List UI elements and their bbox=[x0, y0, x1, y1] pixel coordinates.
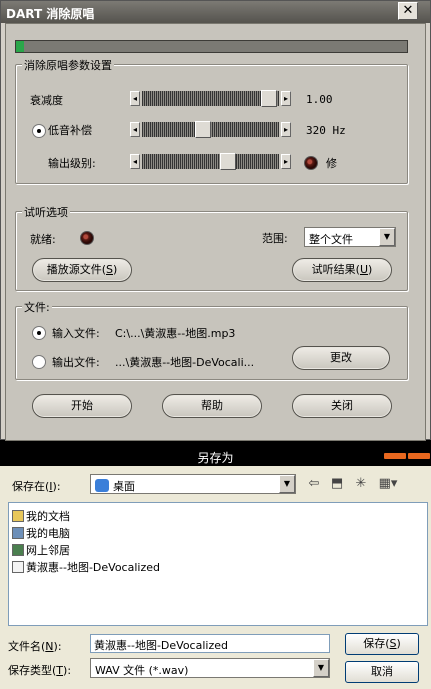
ready-led-icon bbox=[80, 231, 94, 245]
view-menu-icon[interactable]: ▦▾ bbox=[375, 476, 401, 494]
params-legend: 消除原唱参数设置 bbox=[22, 57, 114, 73]
save-button[interactable]: 保存(S) bbox=[345, 633, 419, 655]
slider-thumb[interactable] bbox=[220, 153, 236, 170]
slider-track bbox=[142, 91, 279, 106]
input-file-radio[interactable] bbox=[32, 326, 46, 340]
audio-file-icon bbox=[12, 561, 24, 573]
change-button[interactable]: 更改 bbox=[292, 346, 390, 370]
minimize-icon[interactable] bbox=[384, 453, 406, 459]
back-icon[interactable]: ⇦ bbox=[305, 476, 323, 494]
bass-slider[interactable]: ◂ ▸ bbox=[130, 121, 291, 138]
filetype-text: 保存类型 bbox=[8, 664, 52, 677]
save-key: S bbox=[389, 637, 397, 650]
slider-right-icon[interactable]: ▸ bbox=[281, 154, 291, 169]
save-in-value: 桌面 bbox=[95, 478, 135, 494]
list-item-label: 我的文档 bbox=[26, 510, 70, 523]
filetype-value: WAV 文件 (*.wav) bbox=[95, 664, 189, 677]
list-item[interactable]: 我的文档 bbox=[12, 508, 70, 524]
up-folder-icon[interactable]: ⬒ bbox=[328, 476, 346, 494]
title-bar: DART 消除原唱 ✕ bbox=[1, 1, 430, 23]
slider-left-icon[interactable]: ◂ bbox=[130, 91, 140, 106]
play-source-key: S bbox=[106, 263, 113, 276]
slider-track bbox=[142, 154, 279, 169]
file-legend: 文件: bbox=[22, 299, 52, 315]
input-file-value: C:\...\黄淑惠--地图.mp3 bbox=[115, 327, 236, 340]
attenuation-label: 衰减度 bbox=[30, 94, 63, 107]
new-folder-icon[interactable]: ✳ bbox=[352, 476, 370, 494]
preview-result-button[interactable]: 试听结果(U) bbox=[292, 258, 392, 282]
chevron-down-icon[interactable]: ▼ bbox=[313, 659, 329, 677]
list-item[interactable]: 网上邻居 bbox=[12, 542, 70, 558]
filename-label: 文件名(N): bbox=[8, 640, 62, 653]
filetype-select[interactable]: WAV 文件 (*.wav) ▼ bbox=[90, 658, 330, 678]
close-button[interactable]: 关闭 bbox=[292, 394, 392, 418]
list-item[interactable]: 我的电脑 bbox=[12, 525, 70, 541]
filename-text: 文件名 bbox=[8, 640, 41, 653]
preview-result-key: U bbox=[359, 263, 369, 276]
filename-input[interactable]: 黄淑惠--地图-DeVocalized bbox=[90, 634, 330, 653]
desktop-icon bbox=[95, 479, 109, 492]
save-in-value-text: 桌面 bbox=[113, 480, 135, 493]
bass-compensation-check[interactable] bbox=[32, 124, 46, 138]
repair-label: 修 bbox=[326, 157, 337, 170]
filename-value: 黄淑惠--地图-DeVocalized bbox=[94, 639, 228, 652]
list-item-label: 我的电脑 bbox=[26, 527, 70, 540]
filetype-key: T bbox=[56, 664, 64, 677]
range-value: 整个文件 bbox=[309, 233, 353, 246]
preview-result-label: 试听结果 bbox=[311, 263, 356, 276]
save-label: 保存 bbox=[363, 637, 386, 650]
attenuation-value: 1.00 bbox=[306, 93, 333, 106]
ready-label: 就绪: bbox=[30, 233, 56, 246]
window-title: DART 消除原唱 bbox=[6, 7, 95, 21]
computer-icon bbox=[12, 527, 24, 539]
output-file-value: ...\黄淑惠--地图-DeVocali... bbox=[115, 356, 255, 369]
slider-left-icon[interactable]: ◂ bbox=[130, 154, 140, 169]
play-source-button[interactable]: 播放源文件(S) bbox=[32, 258, 132, 282]
slider-thumb[interactable] bbox=[261, 90, 277, 107]
range-select[interactable]: 整个文件 ▼ bbox=[304, 227, 396, 247]
bass-compensation-label: 低音补偿 bbox=[48, 124, 92, 137]
level-meter bbox=[15, 40, 408, 53]
bass-value: 320 Hz bbox=[306, 124, 346, 137]
close-icon[interactable]: ✕ bbox=[398, 2, 418, 20]
slider-left-icon[interactable]: ◂ bbox=[130, 122, 140, 137]
save-as-title-bar: 另存为 bbox=[0, 446, 431, 466]
filename-key: N bbox=[45, 640, 54, 653]
list-item-label: 黄淑惠--地图-DeVocalized bbox=[26, 561, 160, 574]
start-button[interactable]: 开始 bbox=[32, 394, 132, 418]
output-file-label: 输出文件: bbox=[52, 356, 100, 369]
chevron-down-icon[interactable]: ▼ bbox=[279, 475, 295, 493]
slider-right-icon[interactable]: ▸ bbox=[281, 91, 291, 106]
save-in-label: 保存在(I): bbox=[12, 480, 61, 493]
preview-legend: 试听选项 bbox=[22, 204, 70, 220]
maximize-icon[interactable] bbox=[408, 453, 430, 459]
range-label: 范围: bbox=[262, 232, 288, 245]
output-level-label: 输出级别: bbox=[48, 157, 96, 170]
attenuation-slider[interactable]: ◂ ▸ bbox=[130, 90, 291, 107]
slider-thumb[interactable] bbox=[195, 121, 211, 138]
level-meter-fill bbox=[16, 41, 24, 52]
help-button[interactable]: 帮助 bbox=[162, 394, 262, 418]
repair-led-icon[interactable] bbox=[304, 156, 318, 170]
input-file-label: 输入文件: bbox=[52, 327, 100, 340]
list-item-label: 网上邻居 bbox=[26, 544, 70, 557]
folder-icon bbox=[12, 510, 24, 522]
filetype-label: 保存类型(T): bbox=[8, 664, 72, 677]
save-as-title: 另存为 bbox=[197, 451, 234, 465]
play-source-label: 播放源文件 bbox=[46, 263, 102, 276]
output-file-radio[interactable] bbox=[32, 355, 46, 369]
list-item[interactable]: 黄淑惠--地图-DeVocalized bbox=[12, 559, 160, 575]
save-in-key: I bbox=[49, 480, 53, 493]
cancel-button[interactable]: 取消 bbox=[345, 661, 419, 683]
save-in-select[interactable]: 桌面 ▼ bbox=[90, 474, 296, 494]
file-list[interactable]: 我的文档 我的电脑 网上邻居 黄淑惠--地图-DeVocalized bbox=[8, 502, 428, 626]
chevron-down-icon[interactable]: ▼ bbox=[379, 228, 395, 246]
save-in-text: 保存在 bbox=[12, 480, 45, 493]
output-level-slider[interactable]: ◂ ▸ bbox=[130, 153, 291, 170]
network-icon bbox=[12, 544, 24, 556]
slider-right-icon[interactable]: ▸ bbox=[281, 122, 291, 137]
